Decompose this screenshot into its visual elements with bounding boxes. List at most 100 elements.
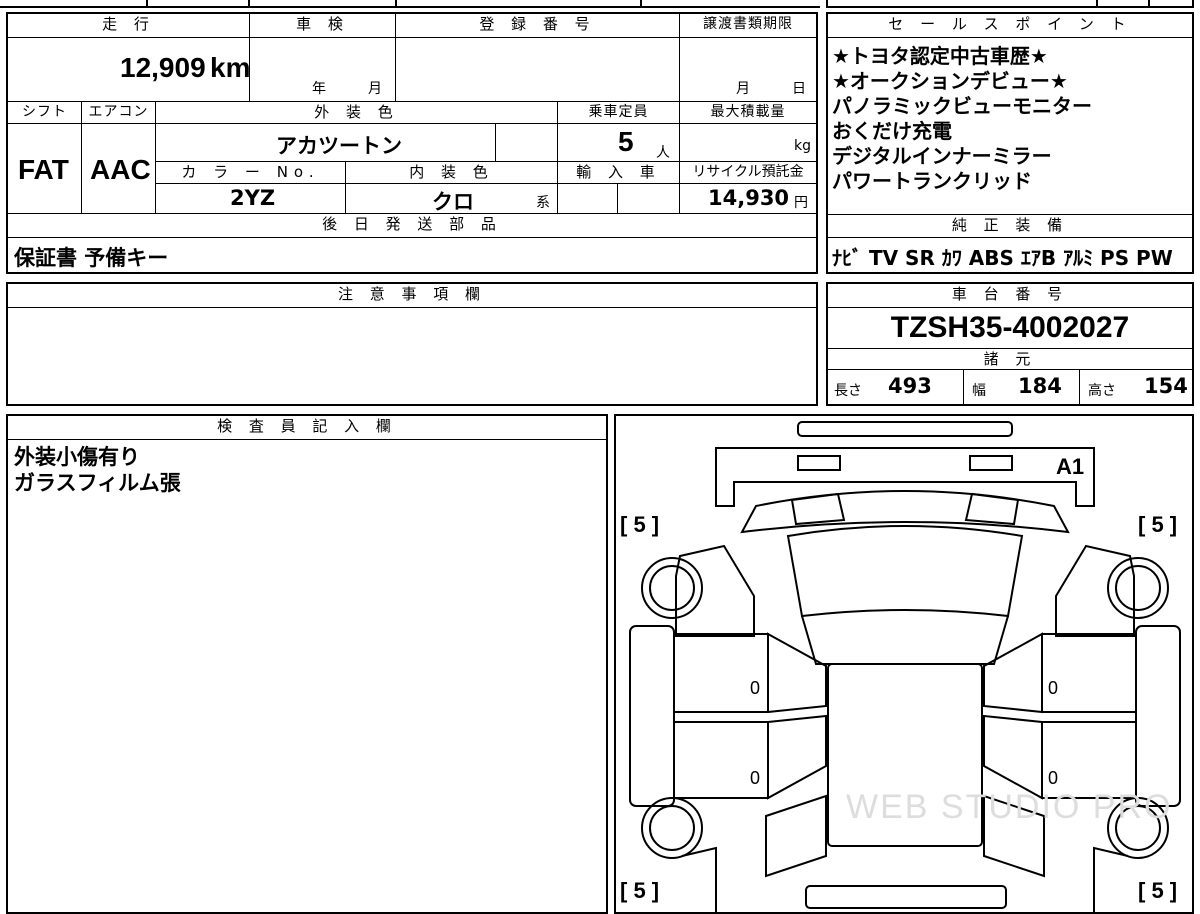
transfer-cell: 月 日 xyxy=(680,38,816,102)
height-label: 高さ xyxy=(1088,383,1116,399)
inspection-year: 年 xyxy=(312,81,326,97)
fender-left-shape xyxy=(767,632,827,714)
transfer-header: 譲渡書類期限 xyxy=(680,14,816,38)
sales-point: デジタルインナーミラー xyxy=(832,144,1052,168)
shift-value: FAT xyxy=(18,154,69,185)
tire-front-right-inner-shape xyxy=(1115,565,1161,611)
shift-header: シフト xyxy=(8,102,82,124)
aircon-value: AAC xyxy=(90,154,151,185)
load-cell: kg xyxy=(680,124,816,162)
ext-color-header: 外 装 色 xyxy=(156,102,558,124)
rear-bumper-shape xyxy=(805,885,1007,909)
transfer-month: 月 xyxy=(736,81,750,97)
top-strip xyxy=(0,0,820,8)
import-cell-a xyxy=(558,184,618,214)
rear-right-outline-shape xyxy=(1093,846,1129,912)
windshield-shape xyxy=(786,525,1024,618)
notes-box: 注 意 事 項 欄 xyxy=(6,282,818,406)
reg-no-header: 登 録 番 号 xyxy=(396,14,680,38)
door-left-rear-mark: 0 xyxy=(750,768,761,788)
equipment-value: ﾅﾋﾞ TV SR ｶﾜ ABS ｴｱB ｱﾙﾐ PS PW xyxy=(832,246,1173,270)
body-right-shape xyxy=(1055,544,1135,637)
door-left-front-mark: 0 xyxy=(750,678,761,698)
color-no-cell: 2YZ xyxy=(156,184,346,214)
specs-header: 諸 元 xyxy=(828,348,1192,370)
parts-cell: 保証書 予備キー xyxy=(8,238,816,272)
reg-no-cell xyxy=(396,38,680,102)
car-diagram xyxy=(629,421,1181,912)
vehicle-info-table: 走 行 車 検 登 録 番 号 譲渡書類期限 12,909 km 年 月 月 日… xyxy=(6,12,818,274)
inspector-header: 検 査 員 記 入 欄 xyxy=(8,416,606,440)
ext-color-value: アカツートン xyxy=(276,134,402,158)
tire-front-right-rating: [ 5 ] xyxy=(1138,512,1178,537)
sales-point: ★オークションデビュー★ xyxy=(832,69,1068,93)
door-right-front-mark: 0 xyxy=(1048,678,1059,698)
seats-value: 5 xyxy=(618,126,634,157)
int-color-cell: クロ 系 xyxy=(346,184,558,214)
front-bumper-shape xyxy=(797,421,1013,437)
front-outline-shape xyxy=(715,447,1095,507)
body-left-shape xyxy=(675,544,755,637)
shift-cell: FAT xyxy=(8,124,82,214)
sales-points-list: ★トヨタ認定中古車歴★ ★オークションデビュー★ パノラミックビューモニター お… xyxy=(832,44,1188,194)
tire-rear-left-rating: [ 5 ] xyxy=(620,878,660,903)
recycle-value: 14,930 xyxy=(708,186,790,210)
inspection-cell: 年 月 xyxy=(250,38,396,102)
chassis-header: 車 台 番 号 xyxy=(828,284,1192,308)
quarter-right-shape xyxy=(983,714,1043,800)
parts-value: 保証書 予備キー xyxy=(14,246,169,270)
inspector-box: 検 査 員 記 入 欄 外装小傷有り ガラスフィルム張 xyxy=(6,414,608,914)
pillar-right-shape xyxy=(1135,625,1181,807)
width-value: 184 xyxy=(1018,374,1062,398)
damage-mark-a1: A1 xyxy=(1056,454,1085,479)
mileage-header: 走 行 xyxy=(8,14,250,38)
recycle-header: リサイクル預託金 xyxy=(680,162,816,184)
top-strip-right xyxy=(826,0,1194,8)
int-color-suffix: 系 xyxy=(536,195,550,211)
sales-points-box: セ ー ル ス ポ イ ン ト ★トヨタ認定中古車歴★ ★オークションデビュー★… xyxy=(826,12,1194,274)
car-diagram-box: A1 [ 5 ] [ 5 ] [ 5 ] [ 5 ] 0 0 0 0 WEB S… xyxy=(614,414,1194,914)
color-no-value: 2YZ xyxy=(230,186,276,210)
seats-unit: 人 xyxy=(656,145,670,161)
windshield-right-shape xyxy=(964,492,1020,526)
tire-front-left-rating: [ 5 ] xyxy=(620,512,660,537)
mileage-cell: 12,909 km xyxy=(8,38,250,102)
sales-point: おくだけ充電 xyxy=(832,119,952,143)
specs-row: 長さ 493 幅 184 高さ 154 xyxy=(828,370,1192,404)
sales-points-header: セ ー ル ス ポ イ ン ト xyxy=(828,14,1192,38)
notes-header: 注 意 事 項 欄 xyxy=(8,284,816,308)
aircon-cell: AAC xyxy=(82,124,156,214)
int-color-value: クロ xyxy=(432,190,474,214)
sales-point: ★トヨタ認定中古車歴★ xyxy=(832,44,1048,68)
load-unit: kg xyxy=(794,138,811,154)
int-color-header: 内 装 色 xyxy=(346,162,558,184)
headlight-right-shape xyxy=(969,455,1013,471)
watermark: WEB STUDIO PRO xyxy=(846,788,1173,826)
inspection-header: 車 検 xyxy=(250,14,396,38)
aircon-header: エアコン xyxy=(82,102,156,124)
mileage-value: 12,909 xyxy=(120,52,206,83)
chassis-box: 車 台 番 号 TZSH35-4002027 諸 元 長さ 493 幅 184 … xyxy=(826,282,1194,406)
recycle-cell: 14,930 円 xyxy=(680,184,816,214)
roof-shape xyxy=(801,615,1009,665)
recycle-unit: 円 xyxy=(794,195,808,211)
length-value: 493 xyxy=(888,374,932,398)
sales-point: パノラミックビューモニター xyxy=(832,94,1092,118)
headlight-left-shape xyxy=(797,455,841,471)
sales-point: パワートランクリッド xyxy=(832,169,1032,193)
door-right-rear-mark: 0 xyxy=(1048,768,1059,788)
equipment-header: 純 正 装 備 xyxy=(828,214,1192,238)
inspector-note: ガラスフィルム張 xyxy=(14,471,181,495)
door-left-front-shape xyxy=(673,633,769,713)
length-label: 長さ xyxy=(834,383,862,399)
windshield-left-shape xyxy=(790,492,846,526)
fender-right-shape xyxy=(983,632,1043,714)
import-cell-b xyxy=(618,184,680,214)
height-value: 154 xyxy=(1144,374,1188,398)
width-label: 幅 xyxy=(972,383,986,399)
seats-cell: 5 人 xyxy=(558,124,680,162)
quarter-left-shape xyxy=(767,714,827,800)
tire-front-left-inner-shape xyxy=(649,565,695,611)
load-header: 最大積載量 xyxy=(680,102,816,124)
door-right-front-shape xyxy=(1041,633,1137,713)
